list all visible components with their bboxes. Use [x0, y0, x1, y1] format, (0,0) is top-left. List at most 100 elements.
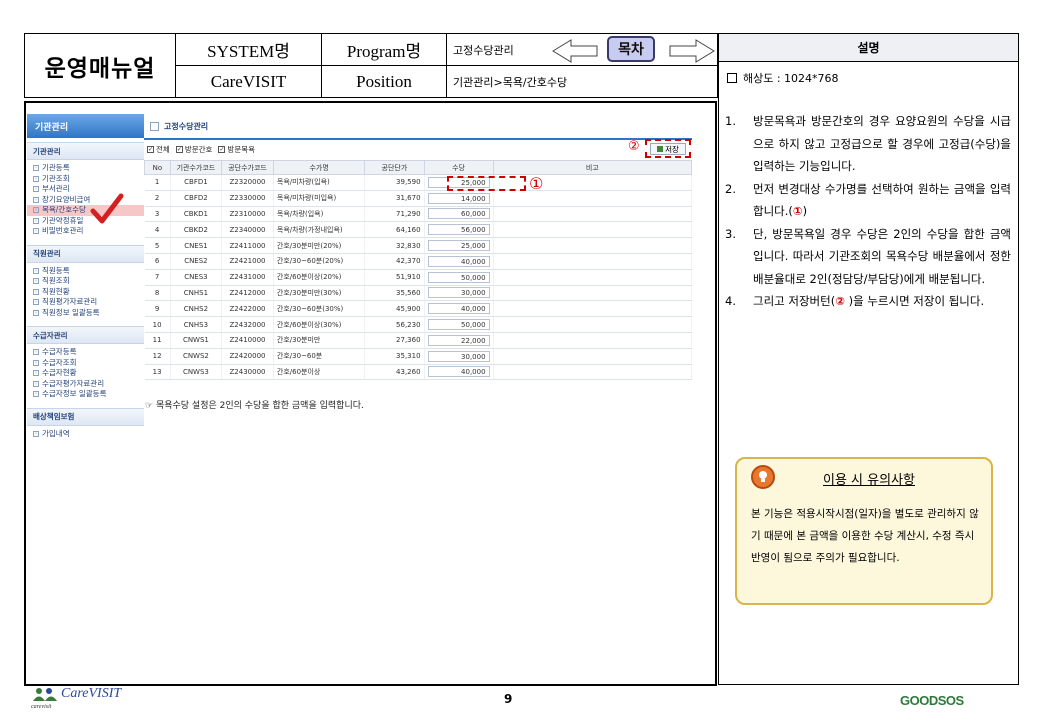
save-button[interactable]: 저장: [650, 143, 686, 155]
explanation-title: 설명: [719, 34, 1018, 62]
table-cell: 간호/30분미만(30%): [273, 285, 366, 302]
table-cell: Z2420000: [221, 348, 274, 365]
sidebar-item-label: 기관약정휴일: [42, 215, 84, 225]
table-row[interactable]: 4 CBKD2 Z2340000 목욕/차량(가정내입욕) 64,160 56,000: [144, 221, 693, 239]
table-row[interactable]: 8 CNHS1 Z2412000 간호/30분미만(30%) 35,560 30,000: [144, 285, 693, 302]
caution-title: 이용 시 유의사항: [823, 473, 915, 488]
table-cell: 35,310: [364, 348, 425, 365]
sidebar-item[interactable]: › 직원조회: [27, 276, 144, 287]
sidebar-item[interactable]: › 부서관리: [27, 184, 144, 195]
allowance-input[interactable]: 50,000: [427, 271, 490, 283]
remark-cell[interactable]: [493, 190, 693, 207]
toc-button[interactable]: 목차: [607, 36, 655, 62]
remark-cell[interactable]: [493, 269, 693, 286]
sidebar-item[interactable]: › 직원현황: [27, 287, 144, 298]
table-row[interactable]: 6 CNES2 Z2421000 간호/30~60분(20%) 42,370 40,000: [144, 253, 693, 270]
step-number: 4.: [725, 294, 736, 308]
sidebar-item-label: 기관등록: [42, 163, 70, 172]
remark-cell[interactable]: [493, 332, 693, 349]
table-row[interactable]: 12 CNWS2 Z2420000 간호/30~60분 35,310 30,000: [144, 348, 693, 365]
table-row[interactable]: 7 CNES3 Z2431000 간호/60분이상(20%) 51,910 50,000: [144, 269, 693, 286]
square-bullet-icon: [727, 73, 737, 83]
sidebar-item[interactable]: › 기관약정휴일: [27, 216, 144, 227]
position-value: 기관관리>목욕/간호수당: [453, 76, 568, 89]
allowance-input[interactable]: 60,000: [427, 208, 490, 220]
table-row[interactable]: 10 CNHS3 Z2432000 간호/60분이상(30%) 56,230 50,000: [144, 316, 693, 333]
table-row[interactable]: 3 CBKD1 Z2310000 목욕/차량(입욕) 71,290 60,000: [144, 206, 693, 223]
checkbox-checked-icon[interactable]: ✓: [175, 146, 183, 153]
marker-1-callout: ①: [529, 174, 544, 193]
save-label: 저장: [665, 144, 679, 154]
table-cell: Z2340000: [221, 221, 274, 239]
allowance-input[interactable]: 30,000: [427, 287, 490, 299]
sidebar-item[interactable]: › 수급자정보 일괄등록: [27, 389, 144, 400]
sidebar-item[interactable]: › 수급자조회: [27, 358, 144, 369]
table-cell: 6: [144, 253, 171, 270]
remark-cell[interactable]: [493, 300, 693, 318]
remark-cell[interactable]: [493, 206, 693, 223]
sidebar-item-label: 비밀번호관리: [42, 226, 84, 235]
allowance-input[interactable]: 40,000: [427, 255, 490, 267]
sidebar-item[interactable]: › 장기요양비급여: [27, 195, 144, 206]
prev-arrow-icon[interactable]: [551, 38, 599, 64]
remark-cell[interactable]: [493, 348, 693, 365]
table-cell: 56,000: [424, 221, 494, 239]
table-row[interactable]: 5 CNES1 Z2411000 간호/30분미만(20%) 32,830 25,000: [144, 237, 693, 254]
remark-cell[interactable]: [493, 316, 693, 333]
filter-label: 방문목욕: [227, 145, 256, 154]
sidebar-item[interactable]: › 기관등록: [27, 163, 144, 174]
sidebar-item[interactable]: › 직원평가자료관리: [27, 297, 144, 308]
sidebar-item[interactable]: › 비밀번호관리: [27, 226, 144, 237]
step-number: 1.: [725, 114, 736, 128]
allowance-input[interactable]: 22,000: [427, 334, 490, 346]
table-row[interactable]: 13 CNWS3 Z2430000 간호/60분이상 43,260 40,000: [144, 364, 693, 381]
table-cell: 40,000: [424, 253, 494, 270]
checkbox-checked-icon[interactable]: ✓: [218, 146, 226, 153]
filter-bathing[interactable]: ✓ 방문목욕: [218, 144, 255, 155]
step-text: 단, 방문목욕일 경우 수당은 2인의 수당을 합한 금액입니다. 따라서 기관…: [753, 226, 1011, 286]
sidebar-item[interactable]: › 수급자현황: [27, 368, 144, 379]
table-cell: 39,590: [364, 174, 425, 191]
sidebar-item[interactable]: › 기관조회: [27, 174, 144, 185]
table-cell: 간호/30분미만(20%): [273, 237, 366, 254]
table-row[interactable]: 11 CNWS1 Z2410000 간호/30분미만 27,360 22,000: [144, 332, 693, 349]
filter-nursing[interactable]: ✓ 방문간호: [175, 144, 212, 155]
allowance-input[interactable]: 50,000: [427, 319, 490, 331]
table-cell: 22,000: [424, 332, 494, 349]
table-cell: 32,830: [364, 237, 425, 254]
sidebar-item[interactable]: › 목욕/간호수당: [27, 205, 144, 216]
sidebar-item[interactable]: › 수급자등록: [27, 347, 144, 358]
table-cell: 71,290: [364, 206, 425, 223]
logo-brand-right: GOODSOS: [900, 693, 964, 708]
table-row[interactable]: 9 CNHS2 Z2422000 간호/30~60분(30%) 45,900 40,000: [144, 300, 693, 318]
allowance-input[interactable]: 56,000: [427, 224, 490, 236]
step-4: 4. 그리고 저장버턴(② )을 누르시면 저장이 됩니다.: [725, 290, 1011, 313]
allowance-input[interactable]: 25,000: [427, 240, 490, 252]
remark-cell[interactable]: [493, 237, 693, 254]
sidebar-item[interactable]: › 수급자평가자료관리: [27, 379, 144, 390]
sidebar-section-title: 배상책임보험: [27, 407, 144, 426]
next-arrow-icon[interactable]: [668, 38, 716, 64]
sidebar-item[interactable]: › 가입내역: [27, 429, 144, 440]
sidebar-item-label: 직원조회: [42, 276, 70, 285]
table-row[interactable]: 2 CBFD2 Z2330000 목욕/미차량(미입욕) 31,670 14,000: [144, 190, 693, 207]
allowance-input[interactable]: 40,000: [427, 303, 490, 315]
remark-cell[interactable]: [493, 221, 693, 239]
bullet-icon: ›: [33, 267, 39, 274]
remark-cell[interactable]: [493, 253, 693, 270]
filter-label: 전체: [156, 145, 170, 154]
carevisit-logo: CareVISIT carevisit: [31, 686, 121, 710]
remark-cell[interactable]: [493, 285, 693, 302]
allowance-input[interactable]: 14,000: [427, 192, 490, 204]
table-cell: 4: [144, 221, 171, 239]
sidebar-item[interactable]: › 직원정보 일괄등록: [27, 308, 144, 319]
remark-cell[interactable]: [493, 364, 693, 381]
allowance-input[interactable]: 40,000: [427, 366, 490, 378]
table-cell: 45,900: [364, 300, 425, 318]
filter-all[interactable]: ✓ 전체: [147, 144, 170, 155]
sidebar-item[interactable]: › 직원등록: [27, 266, 144, 277]
checkbox-checked-icon[interactable]: ✓: [147, 146, 154, 153]
table-row[interactable]: 1 CBFD1 Z2320000 목욕/미차량(입욕) 39,590 25,000: [144, 174, 693, 191]
allowance-input[interactable]: 30,000: [427, 350, 490, 362]
sidebar-item-label: 직원등록: [42, 265, 70, 275]
